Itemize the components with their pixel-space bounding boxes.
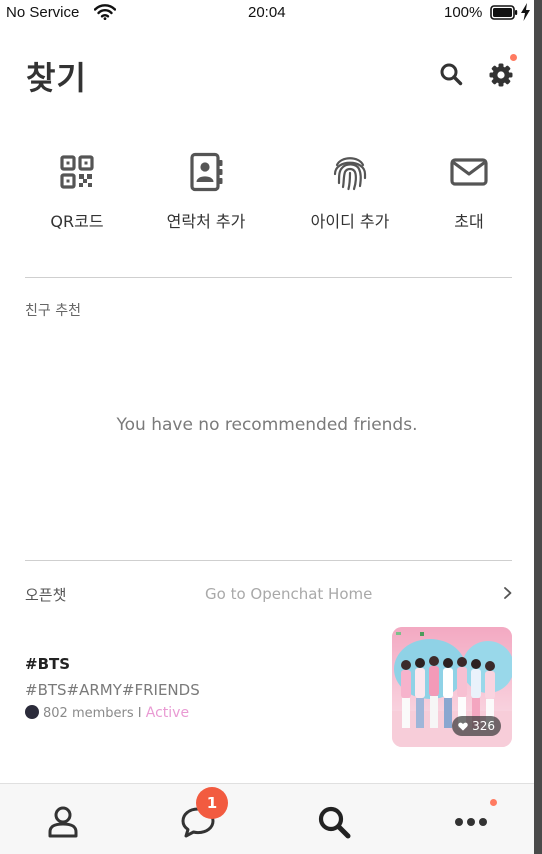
settings-gear-icon[interactable] [488,62,514,88]
clock-time: 20:04 [248,4,286,21]
qr-code-label: QR코드 [50,212,104,231]
page-title: 찾기 [26,59,87,97]
likes-count: 326 [472,719,495,733]
divider [25,277,512,278]
openchat-title: #BTS [25,655,71,673]
chevron-right-icon[interactable] [503,586,513,600]
openchat-home-row[interactable]: 오픈챗 Go to Openchat Home [0,580,534,610]
activity-status: Active [145,705,190,721]
recommended-friends-label: 친구 추천 [25,303,81,319]
chat-unread-badge: 1 [196,787,228,819]
qr-code-button[interactable]: QR코드 [17,152,137,232]
status-bar: No Service 20:04 100% [0,0,534,26]
add-contact-label: 연락처 추가 [166,212,246,231]
bottom-tab-bar [0,783,534,854]
envelope-icon [450,158,488,186]
invite-label: 초대 [454,212,484,231]
add-by-id-label: 아이디 추가 [310,212,390,231]
add-contact-button[interactable]: 연락처 추가 [146,152,266,232]
add-by-id-button[interactable]: 아이디 추가 [290,152,410,232]
no-recommendations-message: You have no recommended friends. [116,415,418,435]
divider [25,560,512,561]
search-icon[interactable] [439,62,463,86]
settings-notification-dot [510,54,517,61]
wifi-icon [94,4,116,20]
openchat-card[interactable]: #BTS #BTS#ARMY#FRIENDS 802 members I Act… [0,625,534,750]
owner-avatar [25,705,39,719]
app-window: No Service 20:04 100% 찾기 QR코드 연락처 추가 아이디… [0,0,534,854]
openchat-tags: #BTS#ARMY#FRIENDS [25,681,200,699]
openchat-meta: 802 members I Active [25,705,189,721]
heart-icon [458,722,469,731]
invite-button[interactable]: 초대 [409,152,529,232]
likes-badge: 326 [452,716,501,736]
qr-code-icon [60,155,94,189]
more-icon[interactable] [451,802,491,842]
window-edge [534,0,542,854]
openchat-thumbnail[interactable]: 326 [392,627,512,747]
fingerprint-icon [333,157,367,191]
openchat-section-label: 오픈챗 [25,586,67,604]
more-notification-dot [490,799,497,806]
battery-percent: 100% [444,4,483,21]
openchat-home-link[interactable]: Go to Openchat Home [205,585,372,603]
charging-bolt-icon [521,3,530,21]
contacts-book-icon [190,152,223,192]
carrier-label: No Service [6,4,80,21]
screen: No Service 20:04 100% 찾기 QR코드 연락처 추가 아이디… [0,0,542,854]
member-count: 802 members [43,706,134,721]
battery-icon [490,5,518,20]
meta-separator: I [137,706,142,721]
friends-icon[interactable] [43,802,83,842]
search-icon[interactable] [314,802,354,842]
